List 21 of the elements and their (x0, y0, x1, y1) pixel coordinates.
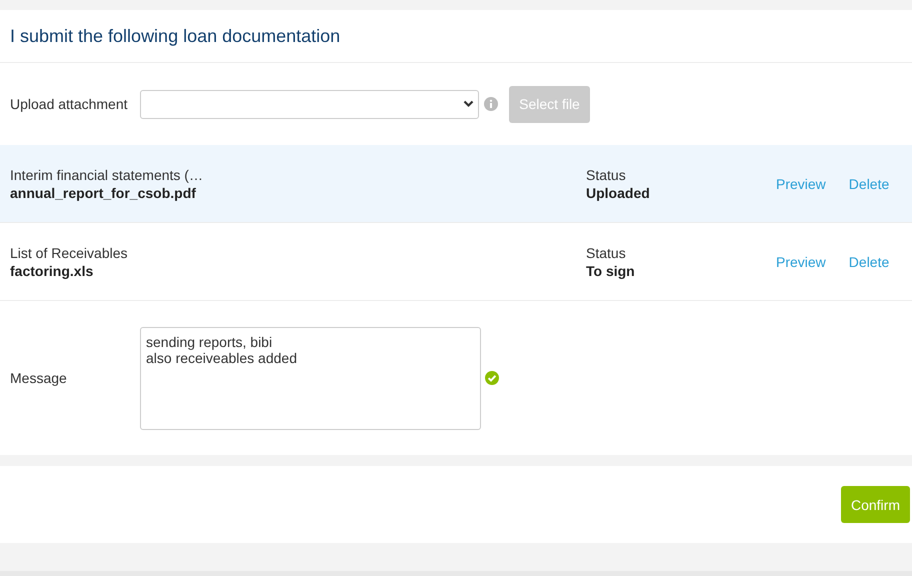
message-field[interactable]: sending reports, bibi also receiveables added (140, 326, 481, 430)
action-link[interactable]: Preview (776, 176, 826, 192)
action-link[interactable]: Preview (776, 254, 826, 270)
action-link[interactable]: Delete (848, 176, 890, 192)
file-name: factoring.xls (10, 262, 94, 278)
info-icon[interactable] (484, 97, 498, 111)
document-row[interactable]: Interim financial statements (… annual_report_for_csob.pdf Status Uploaded Preview Delete (0, 145, 912, 223)
status-value: Uploaded (586, 184, 651, 200)
status-label: Status (586, 244, 627, 260)
upload-label: Upload attachment (10, 96, 129, 112)
action-link[interactable]: Delete (848, 254, 890, 270)
attachment-dropdown[interactable] (140, 90, 479, 118)
message-label: Message (10, 370, 68, 386)
file-name: annual_report_for_csob.pdf (10, 184, 197, 200)
status-value: To sign (586, 262, 636, 278)
document-name: List of Receivables (10, 244, 129, 260)
confirm-button[interactable]: Confirm (841, 486, 910, 523)
page-title: I submit the following loan documentation (10, 26, 340, 46)
status-label: Status (586, 166, 627, 182)
chevron-down-icon (463, 100, 474, 108)
document-name: Interim financial statements (… (10, 166, 204, 182)
